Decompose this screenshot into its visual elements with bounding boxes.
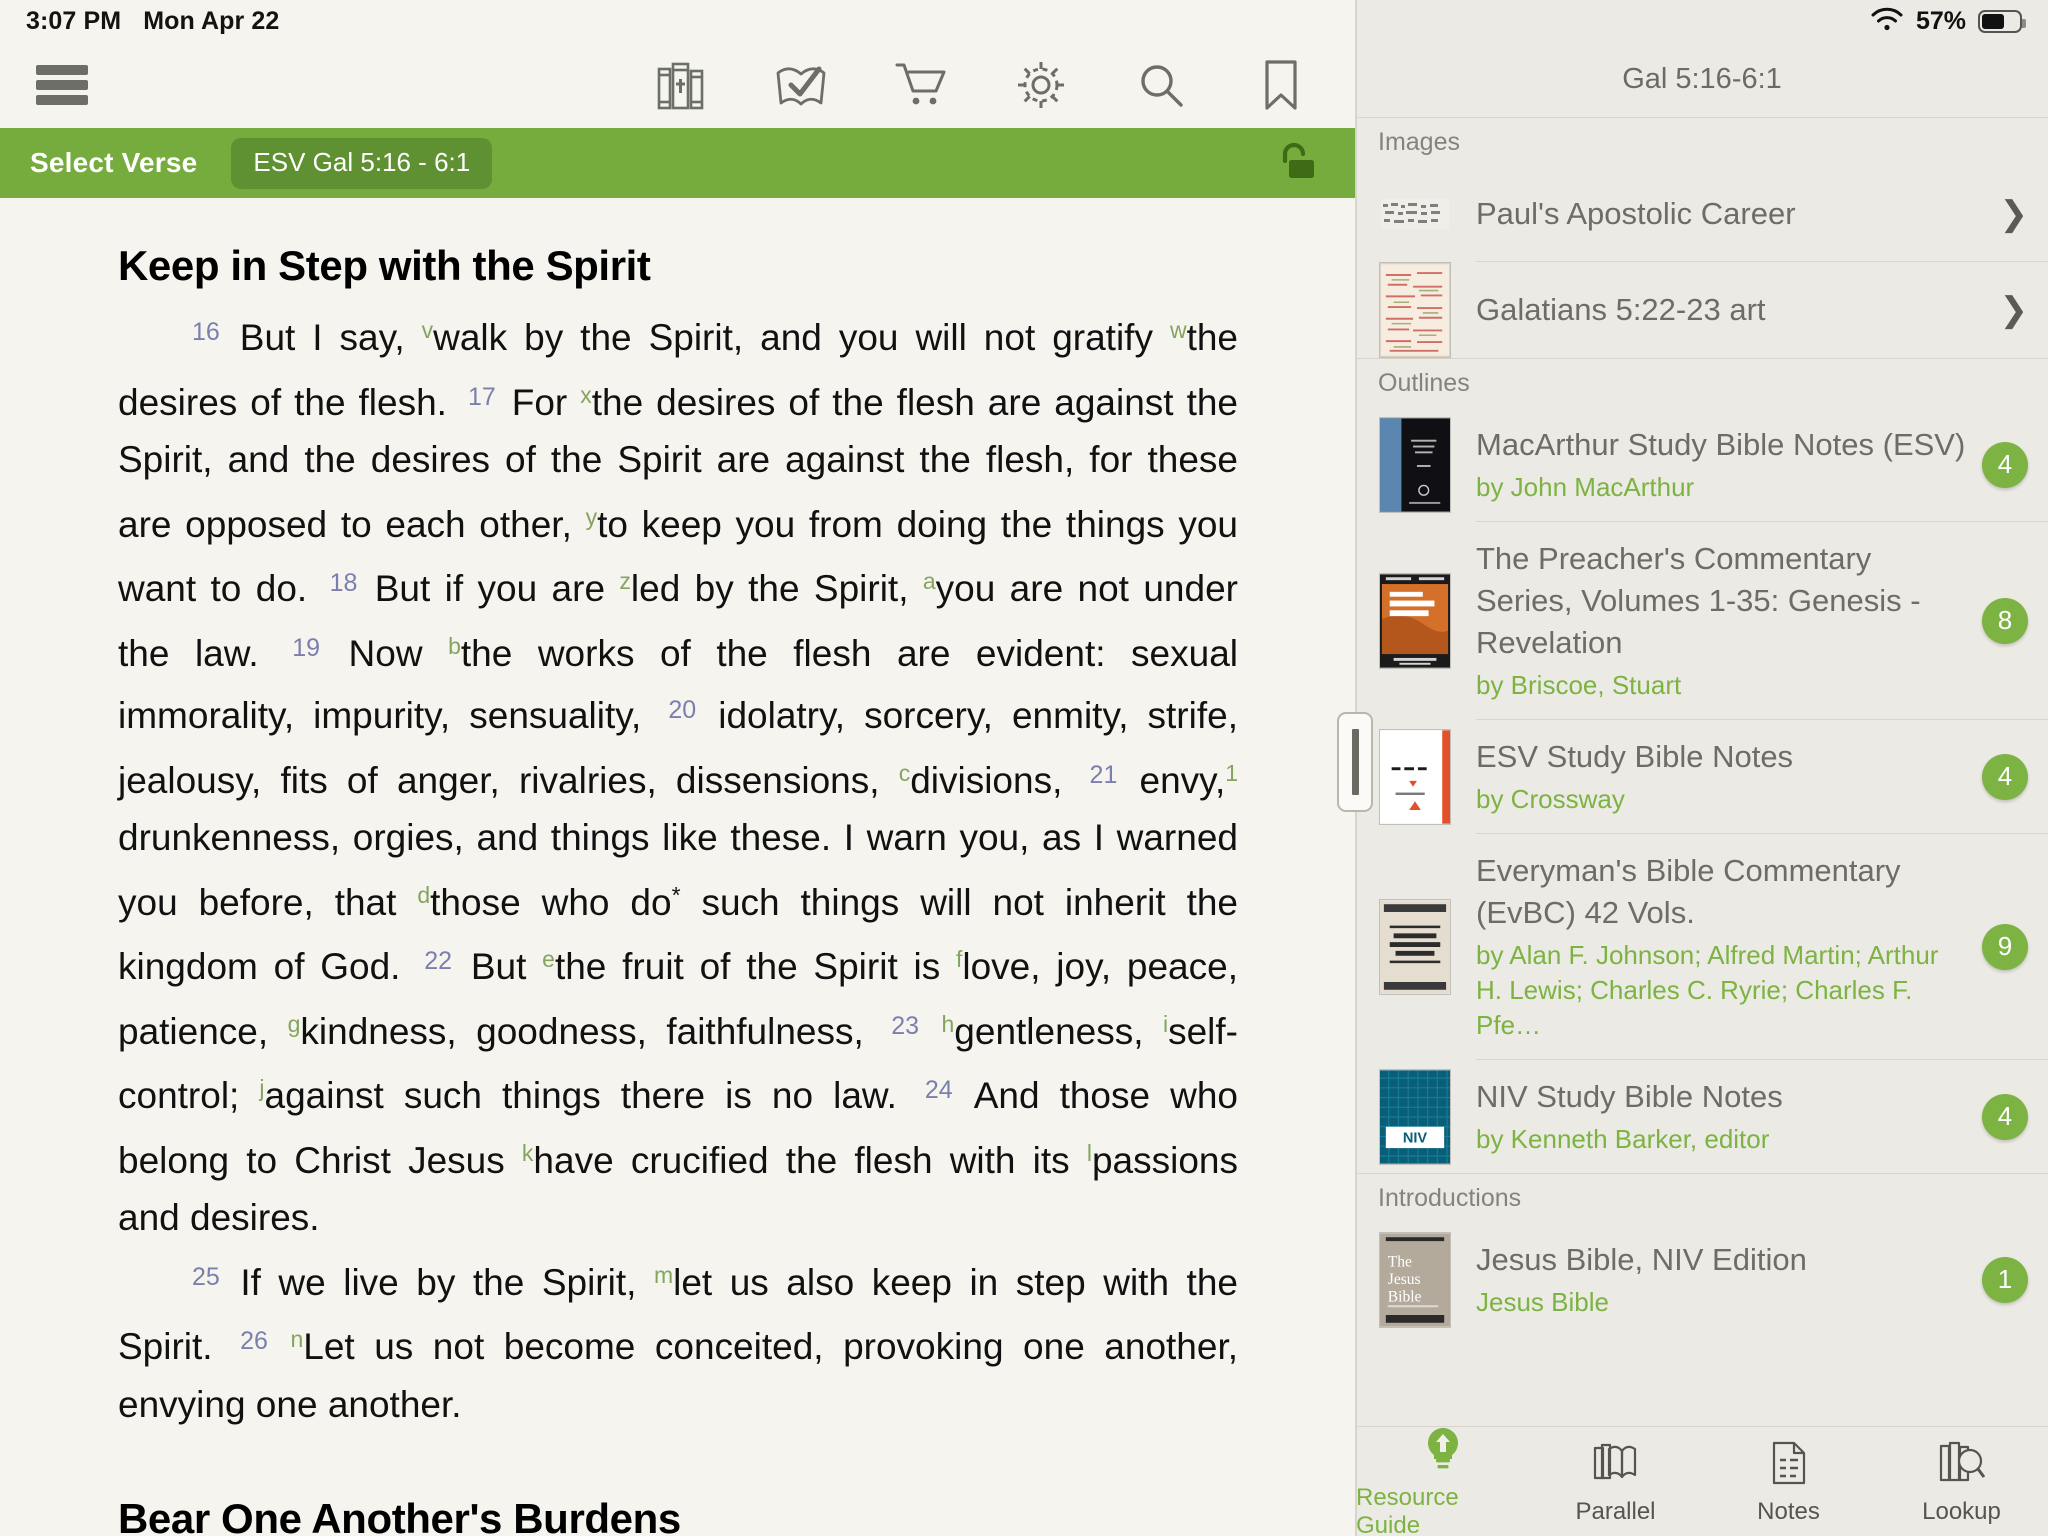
library-icon[interactable] [654,58,708,112]
tab-label: Resource Guide [1356,1483,1459,1536]
search-icon[interactable] [1134,58,1188,112]
hamburger-menu-icon[interactable] [36,65,88,105]
unlock-icon[interactable] [1274,141,1314,185]
status-bar-left: 3:07 PM Mon Apr 22 [0,0,279,42]
preachers-cover [1378,572,1452,669]
list-item-main: Galatians 5:22-23 art [1476,273,1988,347]
list-item[interactable]: ESV Study Bible Notes by Crossway 4 [1356,720,2048,833]
section-heading-introductions: Introductions [1356,1174,2048,1223]
result-count-badge: 1 [1982,1256,2028,1303]
list-item-author: by Briscoe, Stuart [1476,670,1682,700]
battery-percent-label: 57% [1915,6,1966,35]
everyman-cover [1378,898,1452,995]
result-count-badge: 4 [1982,753,2028,800]
pericope-heading-2: Bear One Another's Burdens [118,1495,681,1536]
section-heading-images: Images [1356,118,2048,167]
section-heading-outlines: Outlines [1356,359,2048,408]
list-item[interactable]: The Jesus Bible Jesus Bible, NIV Edition… [1356,1223,2048,1336]
list-item[interactable]: The Preacher's Commentary Series, Volume… [1356,522,2048,719]
pane-resize-handle[interactable] [1337,712,1373,812]
pericope-heading-1: Keep in Step with the Spirit [118,242,651,289]
list-item-title: ESV Study Bible Notes [1476,739,1794,774]
list-item-main: NIV Study Bible Notes by Kenneth Barker,… [1476,1060,1968,1173]
list-item-main: The Preacher's Commentary Series, Volume… [1476,522,1968,719]
tab-resource-guide[interactable]: Resource Guide [1356,1427,1529,1536]
tab-lookup[interactable]: Lookup [1875,1427,2048,1536]
jesus-bible-cover: The Jesus Bible [1378,1231,1452,1328]
art-thumbnail [1378,262,1452,358]
select-verse-label: Select Verse [30,147,198,178]
wifi-icon [1870,6,1904,37]
list-item-title: NIV Study Bible Notes [1476,1079,1783,1114]
svg-text:NIV: NIV [1403,1130,1428,1146]
tab-parallel[interactable]: Parallel [1529,1427,1702,1536]
app-toolbar [0,42,1356,128]
list-item-main: Everyman's Bible Commentary (EvBC) 42 Vo… [1476,834,1968,1059]
result-count-badge: 9 [1982,923,2028,970]
map-thumbnail [1378,197,1452,231]
esv-cover [1378,728,1452,825]
result-count-badge: 4 [1982,1093,2028,1140]
result-count-badge: 4 [1982,441,2028,488]
battery-icon [1978,9,2026,33]
list-item[interactable]: Galatians 5:22-23 art ❯ [1356,262,2048,358]
notes-page-icon [1767,1439,1811,1492]
status-bar-right: 57% [1356,0,2048,42]
list-item-title: Paul's Apostolic Career [1476,196,1796,231]
list-item-author: by Alan F. Johnson; Alfred Martin; Arthu… [1476,940,1939,1040]
list-item[interactable]: MacArthur Study Bible Notes (ESV) by Joh… [1356,408,2048,521]
parallel-books-icon [1591,1439,1641,1492]
settings-gear-icon[interactable] [1014,58,1068,112]
reading-plan-icon[interactable] [774,58,828,112]
list-item-main: ESV Study Bible Notes by Crossway [1476,720,1968,833]
panel-title: Gal 5:16-6:1 [1622,63,1782,95]
bottom-tab-bar: Resource Guide Parallel Notes Lookup [1356,1426,2048,1536]
list-item-author: by Kenneth Barker, editor [1476,1124,1770,1154]
tab-label: Notes [1757,1497,1820,1525]
list-item-main: MacArthur Study Bible Notes (ESV) by Joh… [1476,408,1968,521]
resource-list[interactable]: Images Paul's Apostolic Career ❯ Galatia… [1356,117,2048,1426]
list-item-title: Everyman's Bible Commentary (EvBC) 42 Vo… [1476,853,1901,930]
list-item[interactable]: Everyman's Bible Commentary (EvBC) 42 Vo… [1356,834,2048,1059]
resource-guide-pane: 57% Gal 5:16-6:1 Images Paul's Apostolic… [1356,0,2048,1536]
list-item-author: Jesus Bible [1476,1287,1609,1317]
list-item-title: Galatians 5:22-23 art [1476,292,1766,327]
list-item-author: by Crossway [1476,784,1625,814]
tab-label: Parallel [1575,1497,1656,1525]
bookmark-icon[interactable] [1254,58,1308,112]
svg-text:Jesus: Jesus [1388,1270,1421,1287]
svg-text:The: The [1388,1253,1412,1270]
verse-selector-bar: Select Verse ESV Gal 5:16 - 6:1 [0,128,1356,198]
niv-cover: NIV [1378,1068,1452,1165]
list-item-author: by John MacArthur [1476,472,1695,502]
list-item-main: Jesus Bible, NIV Edition Jesus Bible [1476,1223,1968,1336]
scripture-text-area: Keep in Step with the Spirit 16 But I sa… [0,198,1356,1536]
toolbar-icon-group [654,58,1308,112]
scripture-paragraph-2: 25 If we live by the Spirit, mlet us als… [118,1261,1239,1425]
lookup-search-books-icon [1937,1439,1987,1492]
verse-reference-chip[interactable]: ESV Gal 5:16 - 6:1 [231,137,493,189]
tab-label: Lookup [1922,1497,2001,1525]
scripture-paragraph-1: 16 But I say, vwalk by the Spirit, and y… [118,317,1239,1238]
list-item-title: The Preacher's Commentary Series, Volume… [1476,541,1921,660]
list-item[interactable]: NIV NIV Study Bible Notes by Kenneth Bar… [1356,1060,2048,1173]
reader-pane: 3:07 PM Mon Apr 22 Select Verse ESV Gal … [0,0,1356,1536]
app-root: 3:07 PM Mon Apr 22 Select Verse ESV Gal … [0,0,2048,1536]
tab-notes[interactable]: Notes [1702,1427,1875,1536]
list-item-title: Jesus Bible, NIV Edition [1476,1242,1807,1277]
chevron-right-icon[interactable]: ❯ [2000,197,2029,231]
chevron-right-icon[interactable]: ❯ [2000,293,2029,327]
store-cart-icon[interactable] [894,58,948,112]
svg-text:Bible: Bible [1388,1288,1422,1305]
list-item-main: Paul's Apostolic Career [1476,177,1988,251]
list-item[interactable]: Paul's Apostolic Career ❯ [1356,167,2048,261]
result-count-badge: 8 [1982,597,2028,644]
list-item-title: MacArthur Study Bible Notes (ESV) [1476,427,1966,462]
macarthur-cover [1378,416,1452,513]
status-date: Mon Apr 22 [143,6,280,35]
status-clock: 3:07 PM [26,6,122,35]
lightbulb-icon [1420,1425,1466,1478]
